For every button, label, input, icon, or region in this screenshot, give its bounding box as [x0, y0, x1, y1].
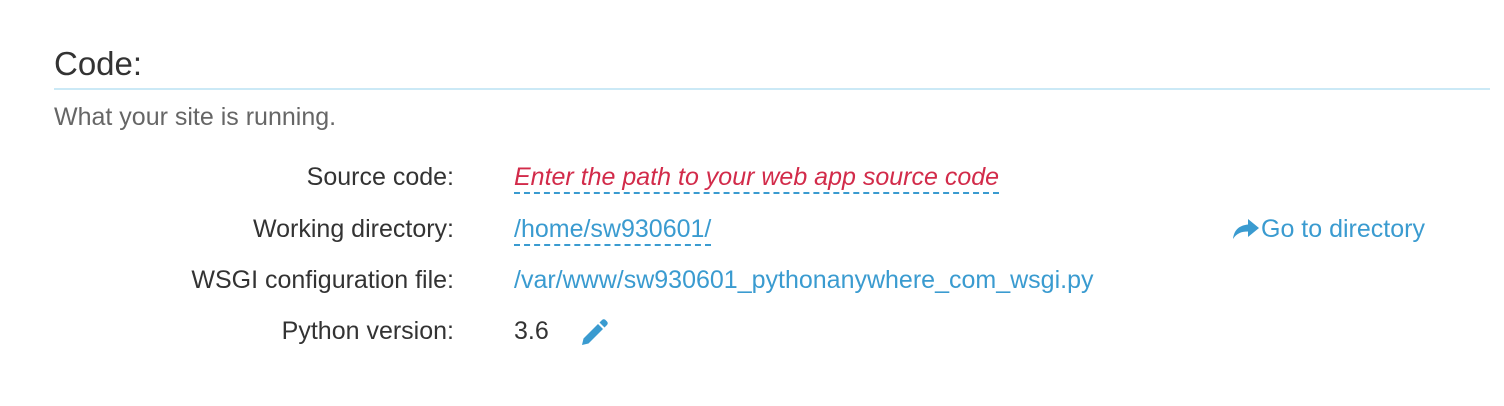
- wsgi-file-link[interactable]: /var/www/sw930601_pythonanywhere_com_wsg…: [514, 266, 1093, 294]
- section-description: What your site is running.: [54, 103, 337, 131]
- python-version-row: Python version: 3.6: [0, 311, 1504, 351]
- go-to-directory-label: Go to directory: [1261, 215, 1425, 243]
- python-version-value: 3.6: [514, 317, 549, 345]
- title-divider: [54, 88, 1490, 90]
- share-arrow-icon: [1233, 219, 1259, 239]
- pencil-icon[interactable]: [578, 317, 610, 349]
- wsgi-file-label: WSGI configuration file:: [191, 266, 454, 294]
- go-to-directory-link[interactable]: Go to directory: [1232, 209, 1425, 249]
- working-directory-row: Working directory: /home/sw930601/ Go to…: [0, 209, 1504, 249]
- source-code-row: Source code: Enter the path to your web …: [0, 157, 1504, 197]
- working-directory-input[interactable]: /home/sw930601/: [514, 215, 712, 246]
- section-title: Code:: [54, 45, 143, 82]
- python-version-label: Python version:: [281, 317, 454, 345]
- wsgi-file-row: WSGI configuration file: /var/www/sw9306…: [0, 260, 1504, 300]
- source-code-input[interactable]: Enter the path to your web app source co…: [514, 163, 1000, 194]
- source-code-label: Source code:: [306, 163, 454, 191]
- code-section: Code: What your site is running. Source …: [0, 0, 1504, 406]
- working-directory-label: Working directory:: [253, 215, 454, 243]
